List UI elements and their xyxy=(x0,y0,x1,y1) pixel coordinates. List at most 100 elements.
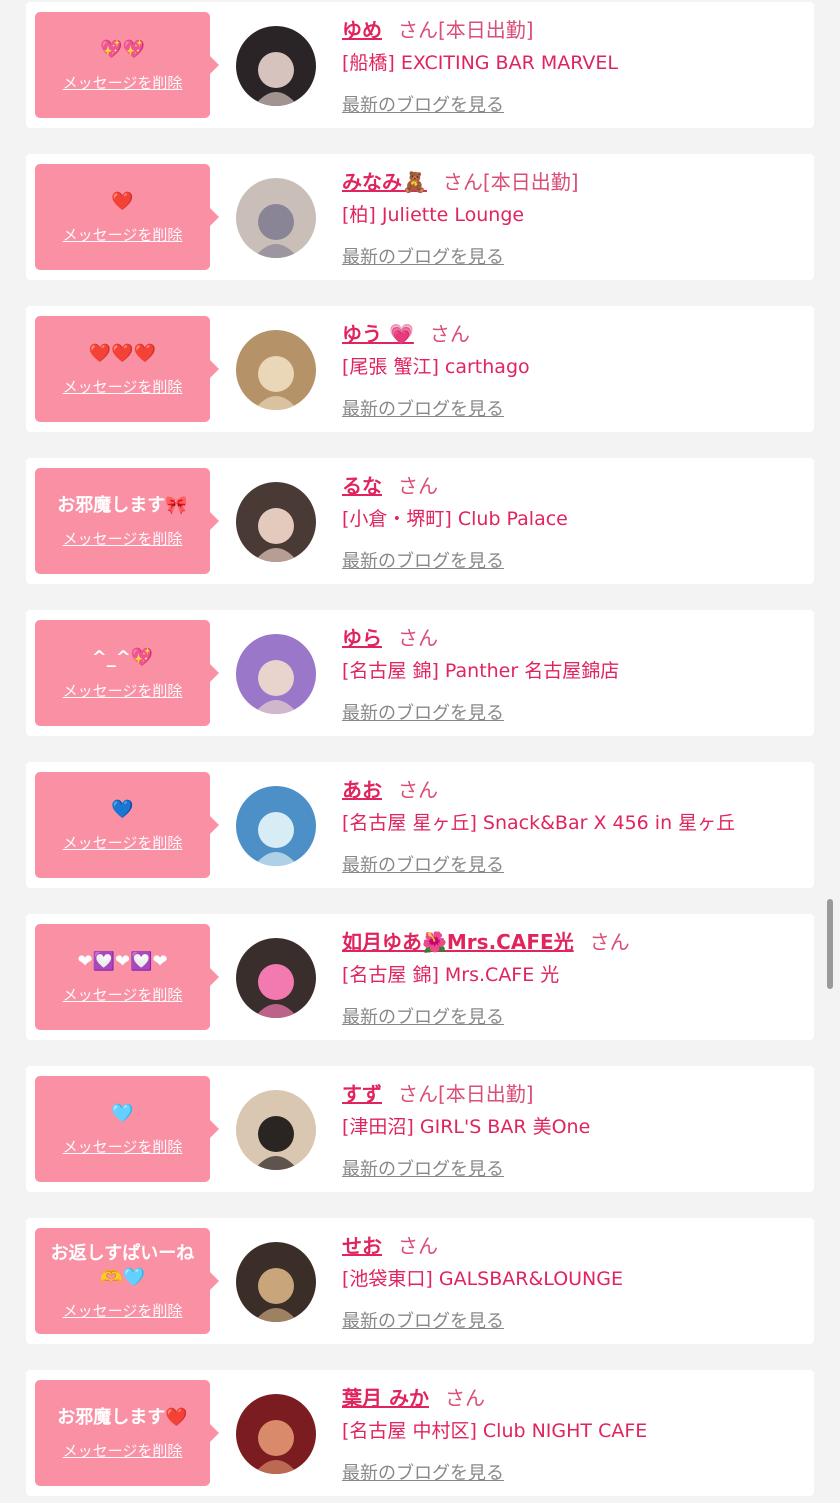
delete-message-link[interactable]: メッセージを削除 xyxy=(63,72,183,93)
latest-blog-link[interactable]: 最新のブログを見る xyxy=(342,1459,504,1485)
latest-blog-link[interactable]: 最新のブログを見る xyxy=(342,395,504,421)
delete-message-link[interactable]: メッセージを削除 xyxy=(63,1300,183,1321)
delete-message-link[interactable]: メッセージを削除 xyxy=(63,680,183,701)
list-item: 🩵 メッセージを削除 すず さん[本日出勤] [津田沼] GIRL'S BAR 美… xyxy=(26,1066,814,1192)
entry-info: すず さん[本日出勤] [津田沼] GIRL'S BAR 美One 最新のブログを… xyxy=(342,1080,804,1181)
delete-message-link[interactable]: メッセージを削除 xyxy=(63,984,183,1005)
honorific: さん xyxy=(442,170,483,194)
avatar[interactable] xyxy=(236,1090,316,1170)
latest-blog-link[interactable]: 最新のブログを見る xyxy=(342,243,504,269)
cast-name-link[interactable]: みなみ🧸 xyxy=(342,170,427,194)
message-text: お邪魔します❤️ xyxy=(57,1406,188,1428)
message-text: お邪魔します🎀 xyxy=(57,494,188,516)
avatar-photo-icon xyxy=(236,634,316,714)
avatar-photo-icon xyxy=(236,1394,316,1474)
store-name: [名古屋 中村区] Club NIGHT CAFE xyxy=(342,1420,648,1442)
message-text: ❤️❤️❤️ xyxy=(88,342,157,364)
avatar-photo-icon xyxy=(236,26,316,106)
avatar-photo-icon xyxy=(236,1090,316,1170)
list-item: ❤💟❤💟❤ メッセージを削除 如月ゆあ🌺Mrs.CAFE光 さん [名古屋 錦] … xyxy=(26,914,814,1040)
latest-blog-link[interactable]: 最新のブログを見る xyxy=(342,1307,504,1333)
avatar-photo-icon xyxy=(236,482,316,562)
avatar-photo-icon xyxy=(236,330,316,410)
message-bubble: お返しすぱいーね 🫶🩵 メッセージを削除 xyxy=(35,1228,219,1334)
list-item: 💖💖 メッセージを削除 ゆめ さん[本日出勤] [船橋] EXCITING BAR… xyxy=(26,2,814,128)
cast-name-link[interactable]: あお xyxy=(342,778,382,802)
latest-blog-link[interactable]: 最新のブログを見る xyxy=(342,851,504,877)
avatar-photo-icon xyxy=(236,1242,316,1322)
cast-name-link[interactable]: すず xyxy=(342,1082,382,1106)
store-name: [尾張 蟹江] carthago xyxy=(342,356,530,378)
list-item: お邪魔します❤️ メッセージを削除 葉月 みか さん [名古屋 中村区] Club… xyxy=(26,1370,814,1496)
avatar[interactable] xyxy=(236,786,316,866)
message-bubble: 🩵 メッセージを削除 xyxy=(35,1076,219,1182)
delete-message-link[interactable]: メッセージを削除 xyxy=(63,224,183,245)
delete-message-link[interactable]: メッセージを削除 xyxy=(63,1440,183,1461)
name-line: 葉月 みか さん xyxy=(342,1384,804,1412)
honorific: さん xyxy=(398,778,438,802)
avatar[interactable] xyxy=(236,938,316,1018)
avatar[interactable] xyxy=(236,1394,316,1474)
latest-blog-link[interactable]: 最新のブログを見る xyxy=(342,1155,504,1181)
delete-message-link[interactable]: メッセージを削除 xyxy=(63,1136,183,1157)
latest-blog-link[interactable]: 最新のブログを見る xyxy=(342,91,504,117)
name-line: せお さん xyxy=(342,1232,804,1260)
latest-blog-link[interactable]: 最新のブログを見る xyxy=(342,1003,504,1029)
avatar[interactable] xyxy=(236,178,316,258)
store-name: [池袋東口] GALSBAR&LOUNGE xyxy=(342,1268,623,1290)
avatar[interactable] xyxy=(236,330,316,410)
latest-blog-link[interactable]: 最新のブログを見る xyxy=(342,547,504,573)
cast-name-link[interactable]: ゆめ xyxy=(342,18,382,42)
delete-message-link[interactable]: メッセージを削除 xyxy=(63,528,183,549)
honorific: さん xyxy=(398,18,438,42)
status-text: [本日出勤] xyxy=(482,170,579,194)
message-bubble: お邪魔します❤️ メッセージを削除 xyxy=(35,1380,219,1486)
avatar[interactable] xyxy=(236,26,316,106)
latest-blog-link[interactable]: 最新のブログを見る xyxy=(342,699,504,725)
entry-info: るな さん [小倉・堺町] Club Palace 最新のブログを見る xyxy=(342,472,804,573)
cast-name-link[interactable]: ゆう 💗 xyxy=(342,322,414,346)
message-text: ❤💟❤💟❤ xyxy=(77,950,168,972)
entry-info: あお さん [名古屋 星ヶ丘] Snack&Bar X 456 in 星ヶ丘 最新… xyxy=(342,776,804,877)
store-name: [柏] Juliette Lounge xyxy=(342,204,525,226)
cast-name-link[interactable]: 葉月 みか xyxy=(342,1386,429,1410)
avatar[interactable] xyxy=(236,634,316,714)
cast-name-link[interactable]: 如月ゆあ🌺Mrs.CAFE光 xyxy=(342,930,574,954)
message-bubble: ❤️❤️❤️ メッセージを削除 xyxy=(35,316,219,422)
honorific: さん xyxy=(398,1234,438,1258)
avatar-photo-icon xyxy=(236,178,316,258)
message-bubble: ^_^💖 メッセージを削除 xyxy=(35,620,219,726)
delete-message-link[interactable]: メッセージを削除 xyxy=(63,832,183,853)
entry-info: 如月ゆあ🌺Mrs.CAFE光 さん [名古屋 錦] Mrs.CAFE 光 最新のブ… xyxy=(342,928,804,1029)
delete-message-link[interactable]: メッセージを削除 xyxy=(63,376,183,397)
avatar[interactable] xyxy=(236,1242,316,1322)
cast-name-link[interactable]: せお xyxy=(342,1234,382,1258)
list-item: ^_^💖 メッセージを削除 ゆら さん [名古屋 錦] Panther 名古屋錦店… xyxy=(26,610,814,736)
message-text: ^_^💖 xyxy=(91,646,154,668)
message-text: 💖💖 xyxy=(100,38,145,60)
cast-name-link[interactable]: るな xyxy=(342,474,382,498)
list-item: 💙 メッセージを削除 あお さん [名古屋 星ヶ丘] Snack&Bar X 45… xyxy=(26,762,814,888)
avatar-photo-icon xyxy=(236,938,316,1018)
store-name: [船橋] EXCITING BAR MARVEL xyxy=(342,52,618,74)
status-text: [本日出勤] xyxy=(438,1082,534,1106)
scrollbar[interactable] xyxy=(827,899,833,989)
store-name: [小倉・堺町] Club Palace xyxy=(342,508,568,530)
name-line: 如月ゆあ🌺Mrs.CAFE光 さん xyxy=(342,928,804,956)
list-item: ❤️ メッセージを削除 みなみ🧸 さん[本日出勤] [柏] Juliette Lo… xyxy=(26,154,814,280)
store-name: [名古屋 錦] Mrs.CAFE 光 xyxy=(342,964,560,986)
message-text: お返しすぱいーね 🫶🩵 xyxy=(50,1242,195,1288)
honorific: さん xyxy=(398,1082,438,1106)
honorific: さん xyxy=(444,1386,485,1410)
entry-info: ゆめ さん[本日出勤] [船橋] EXCITING BAR MARVEL 最新のブ… xyxy=(342,16,804,117)
name-line: ゆめ さん[本日出勤] xyxy=(342,16,804,44)
status-text: [本日出勤] xyxy=(438,18,534,42)
name-line: みなみ🧸 さん[本日出勤] xyxy=(342,168,804,196)
list-item: お邪魔します🎀 メッセージを削除 るな さん [小倉・堺町] Club Palac… xyxy=(26,458,814,584)
avatar[interactable] xyxy=(236,482,316,562)
message-text: ❤️ xyxy=(111,190,134,212)
entry-info: せお さん [池袋東口] GALSBAR&LOUNGE 最新のブログを見る xyxy=(342,1232,804,1333)
message-text: 🩵 xyxy=(111,1102,134,1124)
entry-info: ゆら さん [名古屋 錦] Panther 名古屋錦店 最新のブログを見る xyxy=(342,624,804,725)
cast-name-link[interactable]: ゆら xyxy=(342,626,382,650)
